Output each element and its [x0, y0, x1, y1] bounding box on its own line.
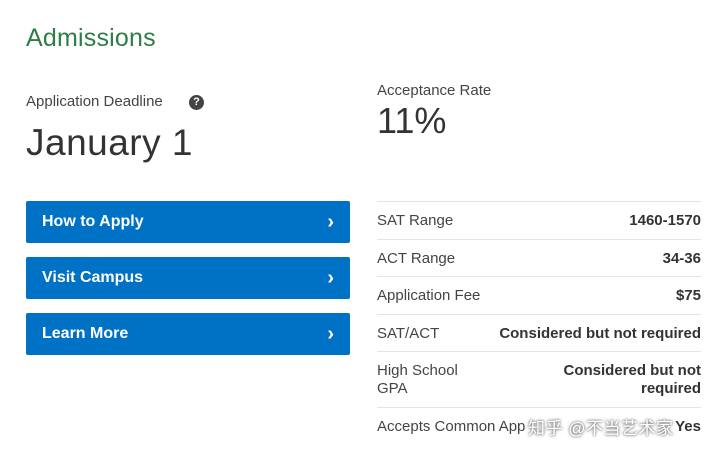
- visit-campus-button[interactable]: Visit Campus ›: [26, 257, 350, 299]
- stat-value: Yes: [675, 417, 701, 435]
- stat-row-act-range: ACT Range 34-36: [377, 239, 701, 276]
- stat-label: Accepts Common App: [377, 417, 526, 435]
- stat-label: Application Fee: [377, 287, 481, 304]
- stat-value: Considered but not required: [499, 324, 701, 342]
- section-title: Admissions: [26, 24, 156, 52]
- acceptance-rate-value: 11%: [377, 100, 447, 141]
- stat-label: SAT/ACT: [377, 324, 440, 342]
- stat-value: 34-36: [662, 249, 701, 267]
- stat-row-gpa: High School GPA Considered but not requi…: [377, 351, 701, 407]
- stat-label: High School GPA: [377, 361, 458, 397]
- deadline-value: January 1: [26, 122, 193, 163]
- button-label: Learn More: [42, 325, 129, 342]
- stat-label: ACT Range: [377, 249, 456, 267]
- stat-row-application-fee: Application Fee $75: [377, 276, 701, 314]
- admissions-stats-table: SAT Range 1460-1570 ACT Range 34-36 Appl…: [377, 201, 701, 444]
- learn-more-button[interactable]: Learn More ›: [26, 313, 350, 355]
- how-to-apply-button[interactable]: How to Apply ›: [26, 201, 350, 243]
- chevron-right-icon: ›: [327, 323, 334, 345]
- button-label: How to Apply: [42, 213, 144, 230]
- chevron-right-icon: ›: [327, 267, 334, 289]
- stat-row-sat-act: SAT/ACT Considered but not required: [377, 314, 701, 351]
- stat-value: 1460-1570: [629, 212, 701, 229]
- stat-value: Considered but not required: [563, 361, 702, 397]
- watermark: 知乎 @不当艺术家: [528, 419, 674, 438]
- help-icon[interactable]: ?: [189, 95, 204, 110]
- stat-label: SAT Range: [377, 212, 454, 229]
- button-label: Visit Campus: [42, 269, 144, 286]
- acceptance-rate-label: Acceptance Rate: [377, 82, 492, 99]
- stat-value: $75: [675, 287, 701, 304]
- chevron-right-icon: ›: [327, 211, 334, 233]
- deadline-label: Application Deadline: [26, 93, 163, 110]
- stat-row-sat-range: SAT Range 1460-1570: [377, 201, 701, 239]
